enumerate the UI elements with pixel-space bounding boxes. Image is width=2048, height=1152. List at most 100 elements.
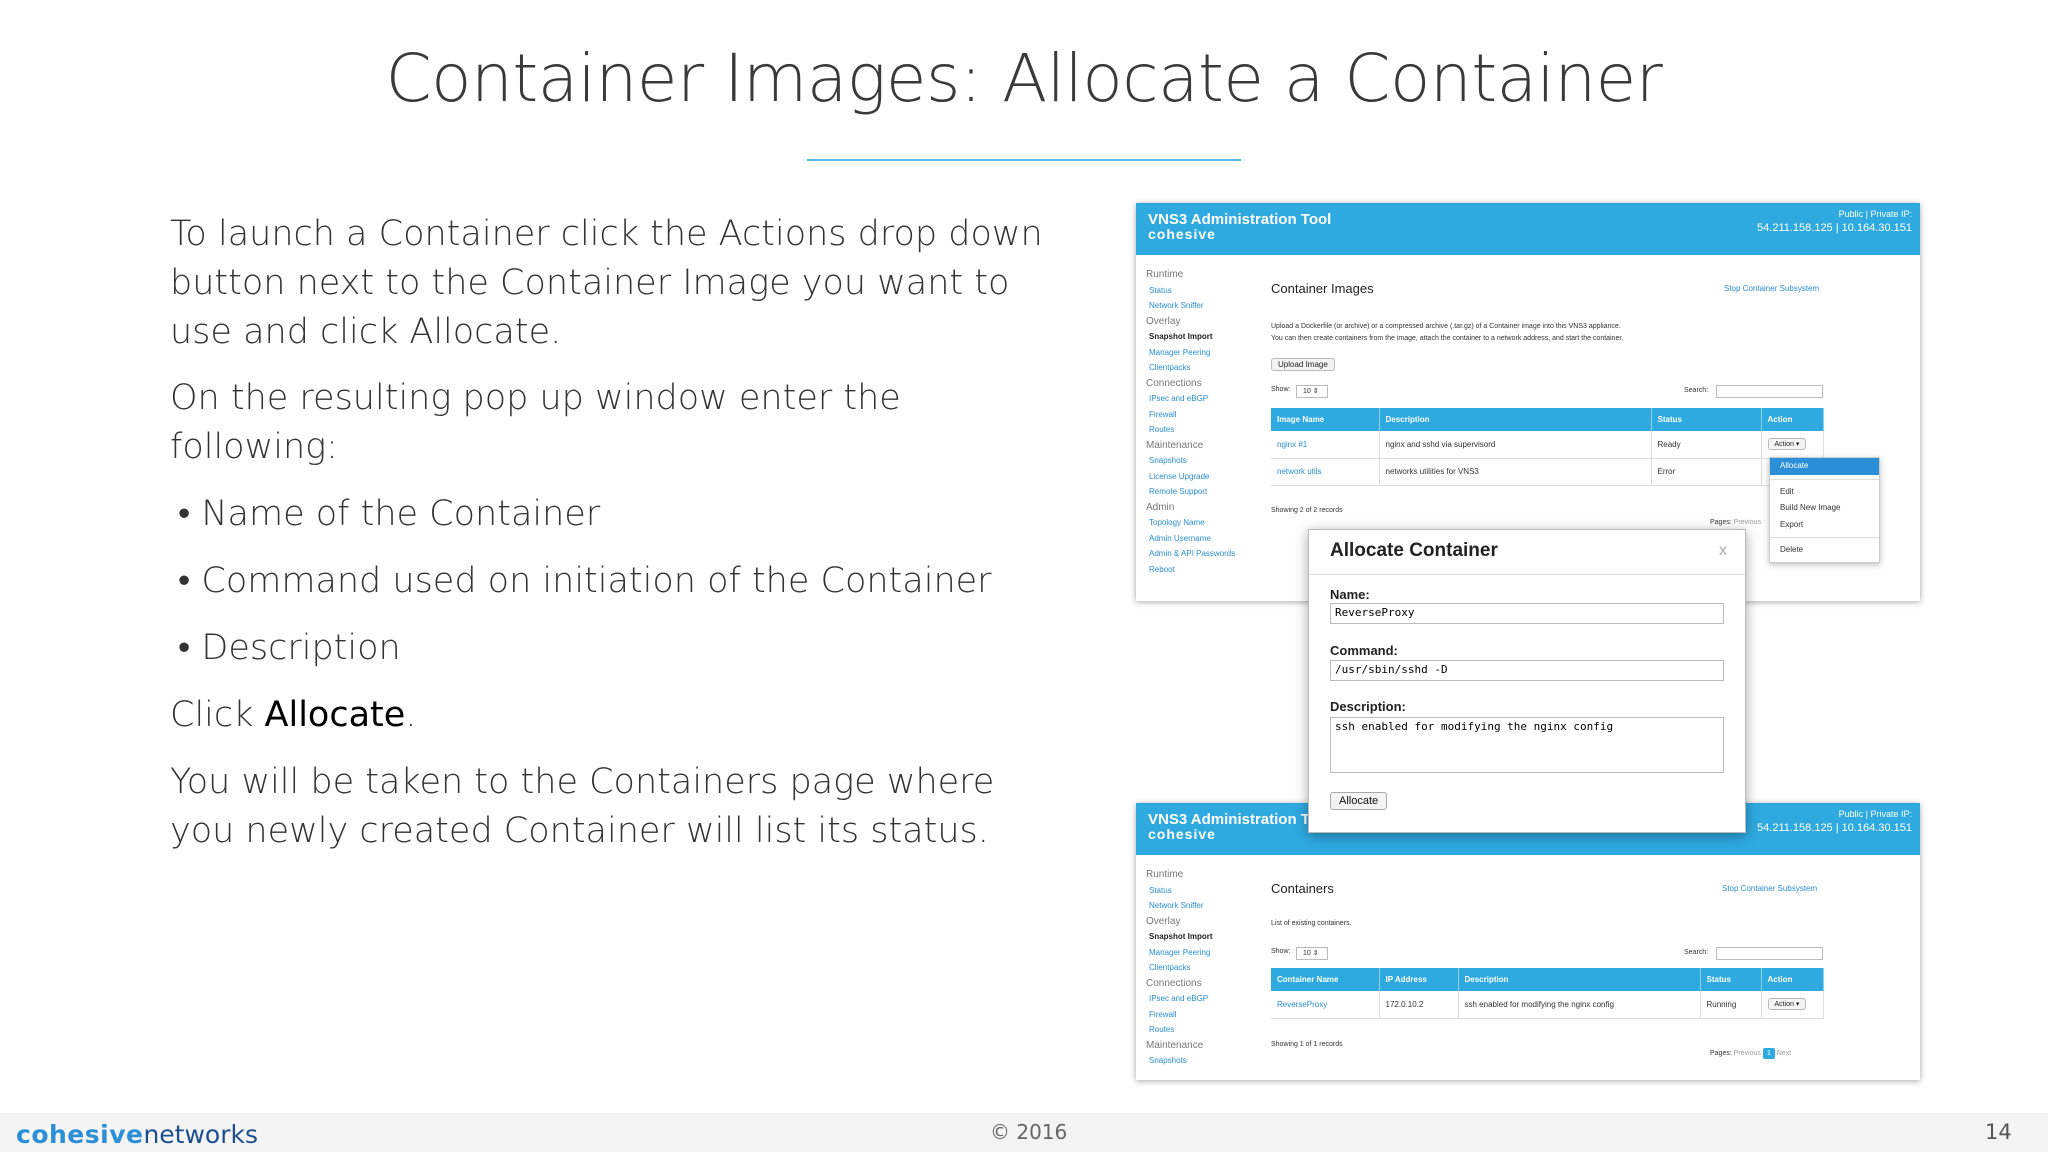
action-label: Action — [1774, 1001, 1794, 1009]
sidebar-item[interactable]: Snapshots — [1146, 1053, 1213, 1069]
page-title: Containers — [1271, 881, 1334, 896]
sidebar-section-heading: Overlay — [1146, 915, 1181, 927]
chevron-down-icon: ⇕ — [1312, 388, 1319, 395]
previous-page-link[interactable]: Previous — [1734, 1050, 1761, 1057]
command-label: Command: — [1330, 643, 1398, 658]
stop-subsystem-link[interactable]: Stop Container Subsystem — [1724, 284, 1819, 293]
sidebar-item[interactable]: Clientpacks — [1146, 360, 1235, 376]
sidebar-item[interactable]: Reboot — [1146, 562, 1235, 578]
column-header[interactable]: Description — [1458, 968, 1701, 991]
image-description: nginx and sshd via supervisord — [1379, 431, 1652, 459]
search-input[interactable] — [1716, 385, 1823, 398]
sidebar-item[interactable]: Firewall — [1146, 1007, 1213, 1023]
page-description: Upload a Dockerfile (or archive) or a co… — [1271, 321, 1623, 345]
bullet-description: • Description — [178, 628, 401, 668]
column-header[interactable]: Container Name — [1271, 968, 1380, 991]
description-textarea[interactable]: ssh enabled for modifying the nginx conf… — [1330, 717, 1724, 773]
paragraph-result: You will be taken to the Containers page… — [170, 762, 995, 851]
search-input[interactable] — [1716, 947, 1823, 960]
sidebar-item[interactable]: Manager Peering — [1146, 945, 1213, 961]
sidebar-item[interactable]: Clientpacks — [1146, 960, 1213, 976]
slide-body: To launch a Container click the Actions … — [170, 210, 1050, 873]
name-label: Name: — [1330, 587, 1370, 602]
sidebar-item[interactable]: Routes — [1146, 422, 1235, 438]
next-page-link[interactable]: Next — [1777, 1050, 1791, 1057]
search-label: Search: — [1684, 387, 1709, 394]
paragraph-launch: To launch a Container click the Actions … — [170, 214, 1043, 352]
app-logo: cohesive — [1148, 826, 1216, 842]
show-value: 10 — [1303, 950, 1311, 957]
menu-item-export[interactable]: Export — [1770, 517, 1879, 534]
show-label: Show: — [1271, 386, 1291, 393]
sidebar-item[interactable]: Status — [1146, 883, 1213, 899]
allocate-button[interactable]: Allocate — [1330, 792, 1388, 810]
sidebar-section-heading: Connections — [1146, 977, 1202, 989]
sidebar-item[interactable]: Network Sniffer — [1146, 298, 1235, 314]
bullet-command: • Command used on initiation of the Cont… — [178, 561, 992, 601]
action-dropdown-button[interactable]: Action ▾ — [1767, 438, 1807, 451]
image-name-link[interactable]: nginx #1 — [1271, 431, 1380, 459]
sidebar-section-heading: Maintenance — [1146, 439, 1204, 451]
allocate-emphasis: Allocate — [264, 695, 406, 735]
records-count: Showing 2 of 2 records — [1271, 507, 1343, 514]
ip-info: Public | Private IP: 54.211.158.125 | 10… — [1757, 808, 1912, 836]
image-name-link[interactable]: network utils — [1271, 458, 1380, 486]
stop-subsystem-link[interactable]: Stop Container Subsystem — [1722, 884, 1817, 893]
allocate-container-modal: Allocate Container x Name: ReverseProxy … — [1308, 529, 1746, 833]
sidebar-item[interactable]: Snapshot Import — [1146, 929, 1213, 945]
sidebar-item[interactable]: Network Sniffer — [1146, 898, 1213, 914]
column-header[interactable]: Status — [1651, 408, 1762, 431]
ip-info: Public | Private IP: 54.211.158.125 | 10… — [1757, 208, 1912, 236]
menu-item-delete[interactable]: Delete — [1770, 542, 1879, 559]
sidebar-item[interactable]: Firewall — [1146, 407, 1235, 423]
description-label: Description: — [1330, 699, 1406, 714]
ip-label: Public | Private IP: — [1838, 209, 1912, 219]
column-header[interactable]: Image Name — [1271, 408, 1380, 431]
sidebar-item[interactable]: IPsec and eBGP — [1146, 391, 1235, 407]
container-name-link[interactable]: ReverseProxy — [1271, 991, 1380, 1019]
column-header[interactable]: IP Address — [1379, 968, 1459, 991]
pages-label: Pages: — [1710, 1050, 1732, 1057]
sidebar-section-heading: Maintenance — [1146, 1039, 1204, 1051]
sidebar-item[interactable]: IPsec and eBGP — [1146, 991, 1213, 1007]
paragraph-popup: On the resulting pop up window enter the… — [170, 378, 901, 467]
action-dropdown-button[interactable]: Action ▾ — [1767, 998, 1807, 1011]
show-label: Show: — [1271, 948, 1291, 955]
previous-page-link[interactable]: Previous — [1734, 519, 1761, 526]
sidebar-item[interactable]: Topology Name — [1146, 515, 1235, 531]
column-header[interactable]: Status — [1700, 968, 1762, 991]
show-value: 10 — [1303, 388, 1311, 395]
sidebar-item[interactable]: Status — [1146, 283, 1235, 299]
menu-item-edit[interactable]: Edit — [1770, 484, 1879, 501]
page-number-button[interactable]: 1 — [1762, 1048, 1775, 1059]
sidebar-item[interactable]: Routes — [1146, 1022, 1213, 1038]
table-row: network utils networks utilities for VNS… — [1271, 458, 1824, 486]
sidebar-item[interactable]: Snapshot Import — [1146, 329, 1235, 345]
upload-image-button[interactable]: Upload Image — [1271, 358, 1335, 371]
app-header: VNS3 Administration Tool cohesive Public… — [1136, 203, 1920, 255]
show-select[interactable]: 10 ⇕ — [1296, 947, 1328, 960]
sidebar-section-heading: Connections — [1146, 377, 1202, 389]
sidebar-item[interactable]: Remote Support — [1146, 484, 1235, 500]
sidebar-item[interactable]: Admin Username — [1146, 531, 1235, 547]
image-status: Error — [1651, 458, 1762, 486]
column-header[interactable]: Action — [1761, 968, 1824, 991]
column-header[interactable]: Action — [1761, 408, 1824, 431]
menu-item-allocate[interactable]: Allocate — [1770, 458, 1879, 475]
image-description: networks utilities for VNS3 — [1379, 458, 1652, 486]
sidebar-item[interactable]: Snapshots — [1146, 453, 1235, 469]
sidebar-item[interactable]: License Upgrade — [1146, 469, 1235, 485]
show-select[interactable]: 10 ⇕ — [1296, 385, 1328, 398]
sidebar-item[interactable]: Admin & API Passwords — [1146, 546, 1235, 562]
screenshot-containers: VNS3 Administration Tool cohesive Public… — [1136, 803, 1920, 1080]
sidebar-item[interactable]: Manager Peering — [1146, 345, 1235, 361]
menu-item-build-new-image[interactable]: Build New Image — [1770, 500, 1879, 517]
page-description: List of existing containers. — [1271, 920, 1352, 927]
command-input[interactable]: /usr/sbin/sshd -D — [1330, 660, 1724, 681]
column-header[interactable]: Description — [1379, 408, 1652, 431]
menu-divider — [1770, 537, 1879, 538]
title-underline — [807, 159, 1241, 161]
close-icon[interactable]: x — [1719, 542, 1727, 560]
name-input[interactable]: ReverseProxy — [1330, 603, 1724, 624]
pages-label: Pages: — [1710, 519, 1732, 526]
